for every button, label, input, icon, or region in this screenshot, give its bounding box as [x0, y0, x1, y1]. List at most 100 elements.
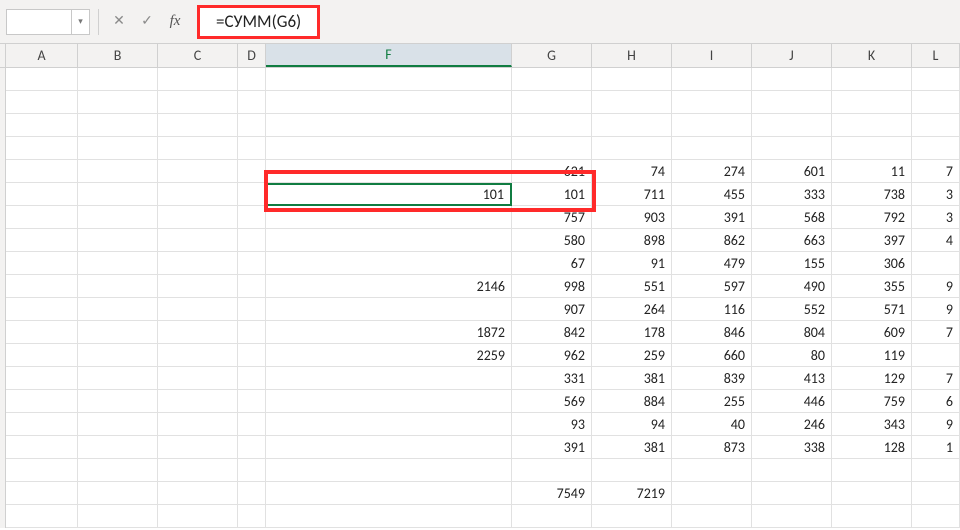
- cell-L[interactable]: 3: [912, 183, 960, 206]
- cell-A[interactable]: [6, 436, 78, 459]
- cell-I[interactable]: 455: [672, 183, 752, 206]
- cell-J[interactable]: 552: [752, 298, 832, 321]
- cell-C[interactable]: [158, 137, 238, 160]
- cell-J[interactable]: 663: [752, 229, 832, 252]
- cell-J[interactable]: 601: [752, 160, 832, 183]
- cell-H[interactable]: 551: [592, 275, 672, 298]
- cell-A[interactable]: [6, 482, 78, 505]
- confirm-formula-button[interactable]: ✓: [135, 9, 159, 35]
- cell-K[interactable]: [832, 91, 912, 114]
- cell-I[interactable]: 274: [672, 160, 752, 183]
- cell-J[interactable]: 413: [752, 367, 832, 390]
- cell-D[interactable]: [238, 252, 266, 275]
- cell-G[interactable]: [512, 459, 592, 482]
- cell-L[interactable]: [912, 91, 960, 114]
- cell-L[interactable]: [912, 114, 960, 137]
- cell-F[interactable]: [266, 229, 512, 252]
- cell-B[interactable]: [78, 459, 158, 482]
- cell-A[interactable]: [6, 390, 78, 413]
- column-header-L[interactable]: L: [912, 44, 960, 67]
- cell-F[interactable]: [266, 68, 512, 91]
- cell-I[interactable]: 839: [672, 367, 752, 390]
- cell-G[interactable]: 621: [512, 160, 592, 183]
- cell-H[interactable]: 381: [592, 367, 672, 390]
- cell-C[interactable]: [158, 68, 238, 91]
- name-box-dropdown-button[interactable]: ▾: [72, 9, 90, 35]
- cell-F[interactable]: [266, 137, 512, 160]
- cell-C[interactable]: [158, 505, 238, 528]
- cell-J[interactable]: 80: [752, 344, 832, 367]
- cell-B[interactable]: [78, 68, 158, 91]
- cell-F[interactable]: [266, 459, 512, 482]
- column-header-D[interactable]: D: [238, 44, 266, 67]
- cell-L[interactable]: 4: [912, 229, 960, 252]
- cell-C[interactable]: [158, 436, 238, 459]
- cell-F[interactable]: 2146: [266, 275, 512, 298]
- cell-I[interactable]: [672, 91, 752, 114]
- cell-L[interactable]: 6: [912, 390, 960, 413]
- cell-G[interactable]: 907: [512, 298, 592, 321]
- cell-D[interactable]: [238, 298, 266, 321]
- cell-D[interactable]: [238, 137, 266, 160]
- cell-L[interactable]: [912, 344, 960, 367]
- cell-L[interactable]: 9: [912, 298, 960, 321]
- cell-F[interactable]: [266, 91, 512, 114]
- cell-D[interactable]: [238, 68, 266, 91]
- cell-F[interactable]: [266, 390, 512, 413]
- cell-C[interactable]: [158, 413, 238, 436]
- cell-A[interactable]: [6, 367, 78, 390]
- cell-H[interactable]: 898: [592, 229, 672, 252]
- cell-F[interactable]: [266, 298, 512, 321]
- cell-C[interactable]: [158, 252, 238, 275]
- cell-I[interactable]: 116: [672, 298, 752, 321]
- cell-B[interactable]: [78, 252, 158, 275]
- column-header-I[interactable]: I: [672, 44, 752, 67]
- cell-F[interactable]: [266, 206, 512, 229]
- cell-K[interactable]: 11: [832, 160, 912, 183]
- cell-K[interactable]: [832, 137, 912, 160]
- cell-A[interactable]: [6, 114, 78, 137]
- cell-H[interactable]: [592, 459, 672, 482]
- cell-H[interactable]: 264: [592, 298, 672, 321]
- cell-A[interactable]: [6, 137, 78, 160]
- cell-F[interactable]: [266, 436, 512, 459]
- cell-A[interactable]: [6, 91, 78, 114]
- cell-L[interactable]: 3: [912, 206, 960, 229]
- cell-H[interactable]: 94: [592, 413, 672, 436]
- cell-F[interactable]: [266, 413, 512, 436]
- cell-J[interactable]: [752, 91, 832, 114]
- cell-D[interactable]: [238, 413, 266, 436]
- cell-G[interactable]: 93: [512, 413, 592, 436]
- cell-J[interactable]: [752, 137, 832, 160]
- cell-F[interactable]: 1872: [266, 321, 512, 344]
- column-header-C[interactable]: C: [158, 44, 238, 67]
- cell-I[interactable]: 391: [672, 206, 752, 229]
- spreadsheet-grid[interactable]: 6217427460111710110171145533373837579033…: [0, 68, 960, 528]
- cell-I[interactable]: [672, 68, 752, 91]
- cell-A[interactable]: [6, 321, 78, 344]
- cell-A[interactable]: [6, 344, 78, 367]
- cell-D[interactable]: [238, 344, 266, 367]
- cell-F[interactable]: [266, 367, 512, 390]
- cell-B[interactable]: [78, 436, 158, 459]
- cell-B[interactable]: [78, 206, 158, 229]
- cell-A[interactable]: [6, 206, 78, 229]
- cell-C[interactable]: [158, 91, 238, 114]
- column-header-G[interactable]: G: [512, 44, 592, 67]
- cell-H[interactable]: [592, 505, 672, 528]
- cell-G[interactable]: 757: [512, 206, 592, 229]
- cell-F[interactable]: [266, 505, 512, 528]
- cell-L[interactable]: [912, 482, 960, 505]
- cell-I[interactable]: 660: [672, 344, 752, 367]
- cell-I[interactable]: [672, 505, 752, 528]
- cell-B[interactable]: [78, 160, 158, 183]
- cell-L[interactable]: 9: [912, 275, 960, 298]
- cancel-formula-button[interactable]: ✕: [107, 9, 131, 35]
- cell-L[interactable]: 9: [912, 413, 960, 436]
- cell-K[interactable]: 609: [832, 321, 912, 344]
- cell-H[interactable]: [592, 91, 672, 114]
- cell-D[interactable]: [238, 459, 266, 482]
- cell-K[interactable]: 397: [832, 229, 912, 252]
- formula-input[interactable]: =СУММ(G6): [216, 11, 301, 32]
- cell-J[interactable]: [752, 459, 832, 482]
